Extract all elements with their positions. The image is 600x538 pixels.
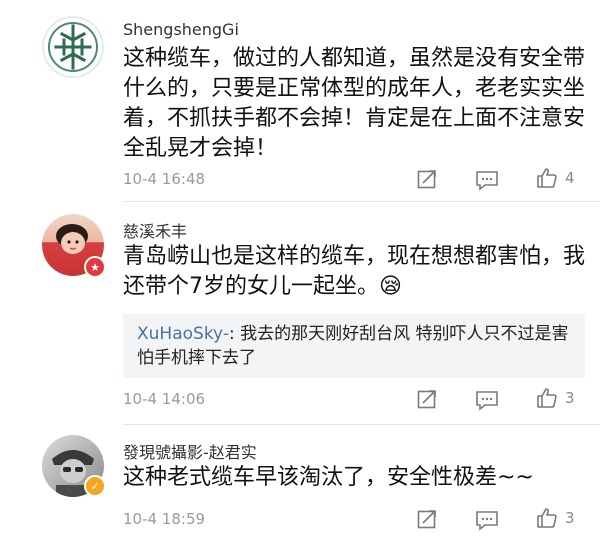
thumbs-up-icon bbox=[537, 168, 557, 188]
timestamp: 10-4 16:48 bbox=[123, 170, 206, 188]
comment-3: ✓ 發現號攝影-赵君实 这种老式缆车早该淘汰了，安全性极差~~ 10-4 18:… bbox=[0, 425, 600, 538]
username[interactable]: 慈溪禾丰 bbox=[123, 218, 187, 242]
username[interactable]: ShengshengGi bbox=[123, 20, 239, 39]
share-icon bbox=[417, 170, 436, 189]
comment-text: 这种缆车，做过的人都知道，虽然是没有安全带什么的，只要是正常体型的成年人，老老实… bbox=[123, 46, 586, 161]
avatar[interactable] bbox=[42, 16, 104, 78]
like-count: 3 bbox=[565, 509, 575, 527]
timestamp: 10-4 14:06 bbox=[123, 390, 206, 408]
like-button[interactable]: 3 bbox=[535, 506, 575, 530]
comment-icon bbox=[476, 391, 498, 411]
reply-button[interactable] bbox=[475, 389, 499, 411]
comment-icon bbox=[476, 511, 498, 531]
share-icon bbox=[417, 390, 436, 409]
geometric-logo-icon bbox=[48, 22, 98, 72]
gold-verified-badge-icon: ✓ bbox=[84, 475, 106, 497]
comment-1: ShengshengGi 这种缆车，做过的人都知道，虽然是没有安全带什么的，只要… bbox=[0, 0, 600, 200]
reply-button[interactable] bbox=[475, 509, 499, 531]
like-button[interactable]: 4 bbox=[535, 166, 575, 190]
comment-text: 青岛崂山也是这样的缆车，现在想想都害怕，我还带个7岁的女儿一起坐。😪 bbox=[123, 244, 586, 299]
share-button[interactable] bbox=[416, 168, 438, 190]
reply-username[interactable]: XuHaoSky- bbox=[137, 324, 229, 344]
comment-2: ★ 慈溪禾丰 青岛崂山也是这样的缆车，现在想想都害怕，我还带个7岁的女儿一起坐。… bbox=[0, 202, 600, 424]
timestamp: 10-4 18:59 bbox=[123, 510, 206, 528]
username[interactable]: 發現號攝影-赵君实 bbox=[123, 439, 257, 463]
reply-quote: XuHaoSky-: 我去的那天刚好刮台风 特别吓人只不过是害怕手机摔下去了 bbox=[123, 314, 585, 378]
comment-icon bbox=[476, 171, 498, 191]
red-star-badge-icon: ★ bbox=[84, 256, 106, 278]
comment-text: 这种老式缆车早该淘汰了，安全性极差~~ bbox=[123, 465, 534, 490]
share-icon bbox=[417, 510, 436, 529]
share-button[interactable] bbox=[416, 508, 438, 530]
like-button[interactable]: 3 bbox=[535, 386, 575, 410]
like-count: 3 bbox=[565, 389, 575, 407]
thumbs-up-icon bbox=[537, 388, 557, 408]
like-count: 4 bbox=[565, 169, 575, 187]
thumbs-up-icon bbox=[537, 508, 557, 528]
reply-button[interactable] bbox=[475, 169, 499, 191]
share-button[interactable] bbox=[416, 388, 438, 410]
